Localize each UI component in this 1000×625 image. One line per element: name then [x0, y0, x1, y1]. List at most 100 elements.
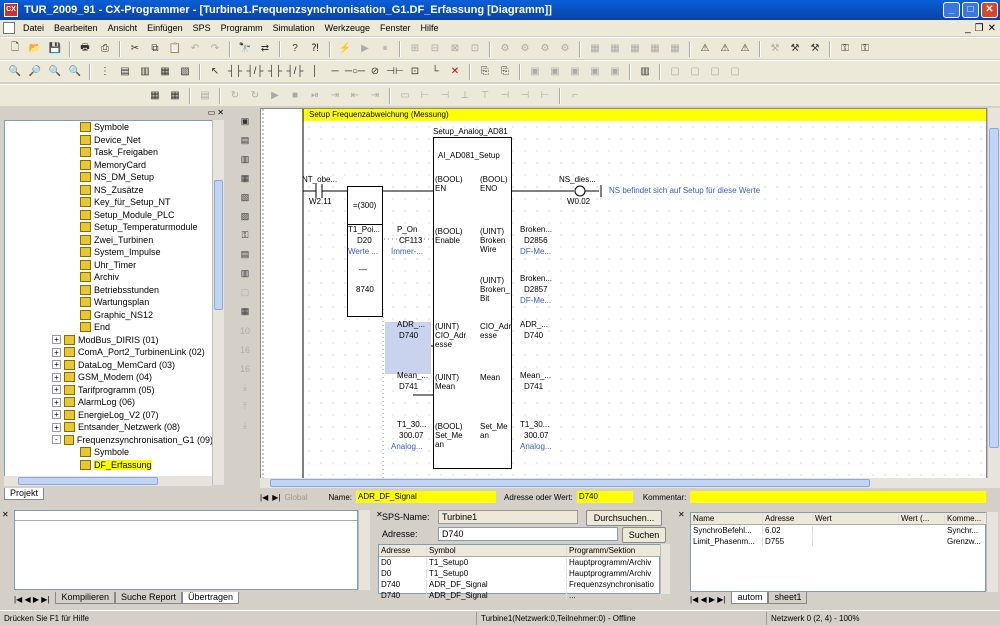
pause-icon[interactable]: ⏸: [376, 40, 394, 58]
tree-item[interactable]: Symbole: [5, 446, 213, 459]
output-vscroll[interactable]: [358, 510, 370, 590]
warning2-icon[interactable]: ⚠: [716, 40, 734, 58]
contact-nc-icon[interactable]: ┤/├: [246, 63, 264, 81]
column-header[interactable]: Adresse: [763, 514, 813, 523]
tree-item[interactable]: Betriebsstunden: [5, 284, 213, 297]
side-a-icon[interactable]: ▣: [237, 114, 253, 129]
watch-close-icon[interactable]: ✕: [678, 510, 685, 519]
context-help-icon[interactable]: ⁈: [306, 40, 324, 58]
tool-w-icon[interactable]: ▣: [566, 63, 584, 81]
collapse-icon[interactable]: -: [52, 435, 61, 445]
sim-d-icon[interactable]: ⇤: [346, 87, 364, 105]
output-tab-nav[interactable]: |◀ ◀ ▶ ▶|: [14, 595, 55, 604]
tree-item[interactable]: System_Impulse: [5, 246, 213, 259]
contact-or-icon[interactable]: ┤├: [266, 63, 284, 81]
side-j-icon[interactable]: ▢: [237, 285, 253, 300]
side-o-icon[interactable]: ⤓: [237, 380, 253, 395]
tool-ad-icon[interactable]: ▢: [726, 63, 744, 81]
maximize-button[interactable]: □: [962, 2, 979, 18]
tool-c-icon[interactable]: ⊠: [446, 40, 464, 58]
tool-e-icon[interactable]: ⚙: [496, 40, 514, 58]
sim-h-icon[interactable]: ⊣: [436, 87, 454, 105]
zoom-icon[interactable]: 🔍: [6, 63, 24, 81]
tree-item[interactable]: + ComA_Port2_TurbinenLink (02): [5, 346, 213, 359]
tree-item[interactable]: Zwei_Turbinen: [5, 234, 213, 247]
menu-ansicht[interactable]: Ansicht: [103, 23, 143, 33]
tool-x-icon[interactable]: ▣: [586, 63, 604, 81]
search-button[interactable]: Suchen: [622, 527, 666, 543]
tool-j-icon[interactable]: ▦: [606, 40, 624, 58]
tab-sheet1[interactable]: sheet1: [768, 592, 808, 604]
tree-item[interactable]: - Frequenzsynchronisation_G1 (09): [5, 434, 213, 447]
tab-uebertragen[interactable]: Übertragen: [182, 592, 240, 604]
monitor-icon[interactable]: ▶: [356, 40, 374, 58]
tree-item[interactable]: Wartungsplan: [5, 296, 213, 309]
side-g-icon[interactable]: ⚿: [237, 228, 253, 243]
sim-n-icon[interactable]: ⌐: [566, 87, 584, 105]
diagram-vscroll[interactable]: [987, 108, 1000, 478]
side-l-icon[interactable]: 10: [237, 323, 253, 338]
tool-ac-icon[interactable]: ▢: [706, 63, 724, 81]
tool-o-icon[interactable]: ⚒: [786, 40, 804, 58]
zoom-fit-icon[interactable]: 🔍: [66, 63, 84, 81]
nav-first-icon[interactable]: |◀: [260, 493, 268, 502]
expand-icon[interactable]: +: [52, 422, 61, 432]
sim-j-icon[interactable]: ⊤: [476, 87, 494, 105]
tree-item[interactable]: Key_für_Setup_NT: [5, 196, 213, 209]
tree-item[interactable]: NS_Zusätze: [5, 184, 213, 197]
tool-s-icon[interactable]: ⎘: [476, 63, 494, 81]
tool-g-icon[interactable]: ⚙: [536, 40, 554, 58]
zoom-out-icon[interactable]: 🔍: [46, 63, 64, 81]
tree-item[interactable]: + EnergieLog_V2 (07): [5, 409, 213, 422]
horizontal-line-icon[interactable]: ─: [326, 63, 344, 81]
sim-e-icon[interactable]: ⇥: [366, 87, 384, 105]
panel-restore-icon[interactable]: ▭: [208, 108, 216, 120]
tool-a-icon[interactable]: ⊞: [406, 40, 424, 58]
tool-k-icon[interactable]: ▦: [626, 40, 644, 58]
zoom-in-icon[interactable]: 🔎: [26, 63, 44, 81]
tool-v-icon[interactable]: ▣: [546, 63, 564, 81]
cut-icon[interactable]: ✂: [126, 40, 144, 58]
column-header[interactable]: Symbol: [427, 546, 567, 555]
vertical-line-icon[interactable]: │: [306, 63, 324, 81]
tree-item[interactable]: MemoryCard: [5, 159, 213, 172]
expand-icon[interactable]: +: [52, 372, 61, 382]
tree-scroll-thumb[interactable]: [214, 180, 223, 310]
tab-suche-report[interactable]: Suche Report: [114, 592, 183, 604]
menu-sps[interactable]: SPS: [188, 23, 216, 33]
address-input[interactable]: D740: [438, 527, 618, 541]
cio-var-highlight[interactable]: [385, 322, 431, 374]
tool-z-icon[interactable]: ▥: [636, 63, 654, 81]
sim-b-icon[interactable]: ↻: [246, 87, 264, 105]
tool-ag-icon[interactable]: ▤: [196, 87, 214, 105]
output-close-icon[interactable]: ✕: [2, 510, 9, 519]
tree-item[interactable]: + GSM_Modem (04): [5, 371, 213, 384]
menu-hilfe[interactable]: Hilfe: [416, 23, 444, 33]
side-n-icon[interactable]: 16: [237, 361, 253, 376]
table-row[interactable]: D0 T1_Setup0 Hauptprogramm/Archiv: [379, 557, 661, 568]
menu-datei[interactable]: Datei: [18, 23, 49, 33]
menu-fenster[interactable]: Fenster: [375, 23, 416, 33]
side-c-icon[interactable]: ▥: [237, 152, 253, 167]
tree-item[interactable]: Graphic_NS12: [5, 309, 213, 322]
tree-item[interactable]: + DataLog_MemCard (03): [5, 359, 213, 372]
child-minimize-icon[interactable]: _: [965, 23, 971, 34]
column-header[interactable]: Wert (...: [899, 514, 945, 523]
new-icon[interactable]: 🗋: [6, 40, 24, 58]
name-field[interactable]: ADR_DF_Signal: [356, 491, 497, 503]
fb-icon[interactable]: ⊡: [406, 63, 424, 81]
paste-icon[interactable]: 📋: [166, 40, 184, 58]
tree-item[interactable]: Setup_Module_PLC: [5, 209, 213, 222]
tool-aa-icon[interactable]: ▢: [666, 63, 684, 81]
help-icon[interactable]: ?: [286, 40, 304, 58]
find-icon[interactable]: 🔭: [236, 40, 254, 58]
tree-hscroll-thumb[interactable]: [18, 477, 158, 485]
line-connect-icon[interactable]: └: [426, 63, 444, 81]
tree-item[interactable]: NS_DM_Setup: [5, 171, 213, 184]
column-header[interactable]: Programm/Sektion: [567, 546, 661, 555]
tool-n-icon[interactable]: ⚒: [766, 40, 784, 58]
tree-item[interactable]: + Entsander_Netzwerk (08): [5, 421, 213, 434]
diagram-hscroll-thumb[interactable]: [270, 479, 870, 487]
undo-icon[interactable]: ↶: [186, 40, 204, 58]
address-field[interactable]: D740: [576, 491, 633, 503]
